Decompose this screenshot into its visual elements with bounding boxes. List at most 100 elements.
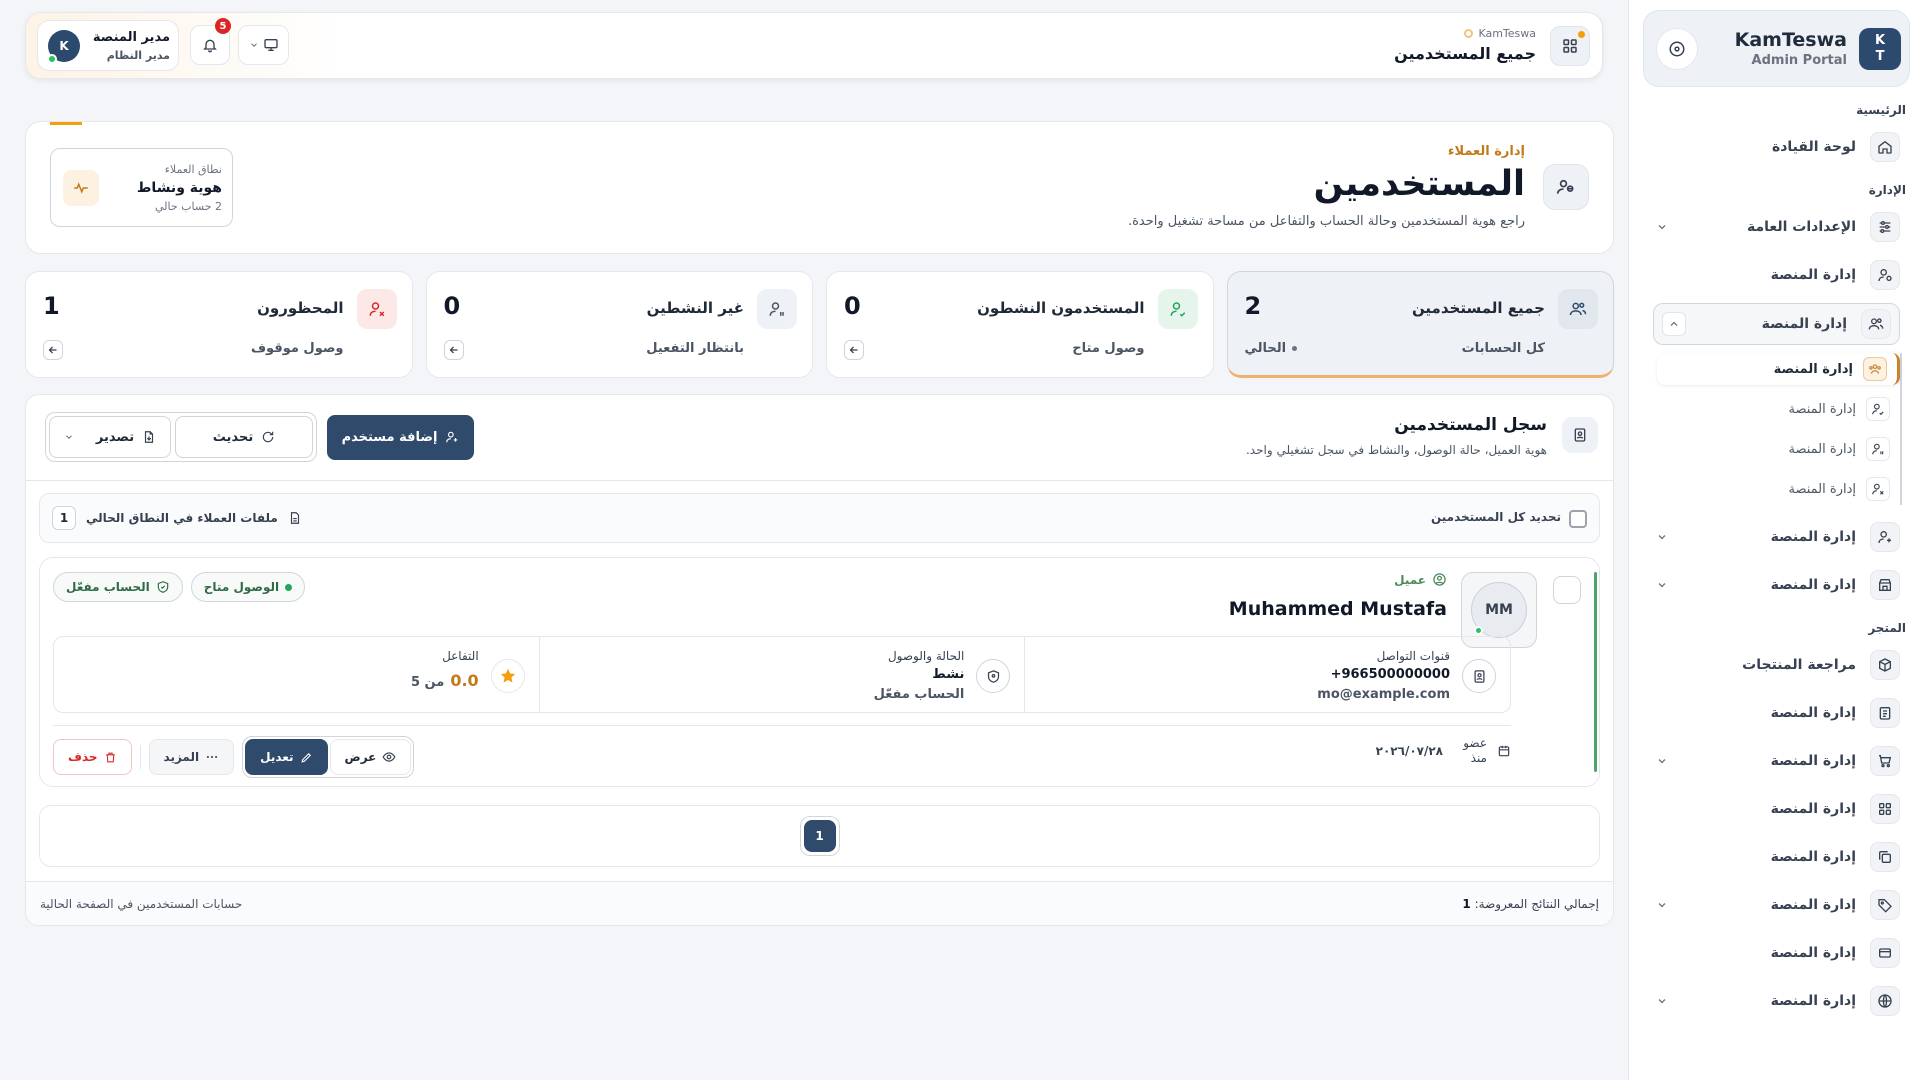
user-role: عميل [1394, 572, 1426, 587]
delete-button[interactable]: حذف [53, 739, 132, 775]
contact-cell: قنوات التواصل +966500000000 mo@example.c… [1024, 637, 1510, 712]
results-total-value: 1 [1462, 897, 1471, 911]
sidebar-item-dashboard[interactable]: لوحة القيادة [1643, 127, 1910, 167]
export-button[interactable]: تصدير [49, 416, 171, 458]
brand-subtitle: Admin Portal [1751, 53, 1847, 68]
actions-divider [139, 745, 141, 769]
select-all-checkbox[interactable] [1569, 510, 1587, 528]
stat-card-banned-users[interactable]: المحظورون 1 وصول موقوف [25, 271, 413, 378]
results-total-label: إجمالي النتائج المعروضة: [1474, 897, 1599, 911]
sidebar-item-store-2[interactable]: إدارة المنصة [1643, 741, 1910, 781]
view-button[interactable]: عرض [329, 739, 412, 775]
chevron-up-icon[interactable] [1662, 312, 1686, 336]
sidebar-item-store-5[interactable]: إدارة المنصة [1643, 885, 1910, 925]
sidebar-item-store-3[interactable]: إدارة المنصة [1643, 789, 1910, 829]
sidebar-item-products-review[interactable]: مراجعة المنتجات [1643, 645, 1910, 685]
user-name: مدير المنصة [92, 29, 170, 45]
user-plus-icon [1870, 522, 1900, 552]
contact-card-icon [1462, 659, 1496, 693]
refresh-label: تحديث [212, 429, 254, 445]
brand-card: KT KamTeswa Admin Portal [1643, 10, 1910, 87]
user-pause-icon [757, 289, 797, 329]
page-button-current[interactable]: 1 [799, 816, 840, 856]
arrow-left-icon[interactable] [443, 340, 464, 360]
stat-subtitle: بانتظار التفعيل [646, 341, 744, 356]
display-mode-dropdown[interactable] [238, 25, 289, 65]
chevron-down-icon[interactable] [1653, 528, 1671, 546]
nav-section-admin: الإدارة [1868, 183, 1906, 197]
sidebar-item-store-6[interactable]: إدارة المنصة [1643, 933, 1910, 973]
sidebar-item-label: إدارة المنصة [1770, 897, 1856, 913]
scope-label: نطاق العملاء [164, 162, 222, 176]
add-user-button[interactable]: إضافة مستخدم [327, 414, 474, 460]
sidebar-item-store-4[interactable]: إدارة المنصة [1643, 837, 1910, 877]
phone-number[interactable]: +966500000000 [1331, 667, 1450, 682]
engagement-label: التفاعل [442, 649, 479, 663]
contact-label: قنوات التواصل [1376, 649, 1450, 663]
sidebar-item-label: إدارة المنصة [1770, 577, 1856, 593]
sidebar-item-store-7[interactable]: إدارة المنصة [1643, 981, 1910, 1021]
sidebar-subitem-banned-users[interactable]: إدارة المنصة [1643, 473, 1900, 505]
sidebar-item-general-settings[interactable]: الإعدادات العامة [1643, 207, 1910, 247]
add-user-label: إضافة مستخدم [341, 429, 438, 445]
files-in-scope: 1 ملفات العملاء في النطاق الحالي [52, 506, 302, 530]
sidebar-item-platform-admin-3[interactable]: إدارة المنصة [1643, 565, 1910, 605]
sidebar-item-label: إدارة المنصة [1770, 993, 1856, 1009]
grid-icon [1870, 794, 1900, 824]
arrow-left-icon[interactable] [844, 340, 864, 360]
stat-value: 0 [443, 292, 461, 320]
edit-label: تعديل [260, 750, 294, 764]
calendar-icon [1498, 745, 1510, 757]
sidebar-item-store-1[interactable]: إدارة المنصة [1643, 693, 1910, 733]
stat-current-label: الحالي [1244, 341, 1287, 356]
sidebar-item-platform-admin-2[interactable]: إدارة المنصة [1643, 517, 1910, 557]
user-select-checkbox[interactable] [1553, 576, 1581, 604]
edit-button[interactable]: تعديل [245, 739, 328, 775]
sidebar-subitem-active-users[interactable]: إدارة المنصة [1643, 393, 1900, 425]
sidebar-subitem-label: إدارة المنصة [1788, 481, 1857, 497]
footer-note: حسابات المستخدمين في الصفحة الحالية [40, 897, 243, 911]
user-name[interactable]: Muhammed Mustafa [1229, 598, 1447, 620]
user-gear-icon [1870, 260, 1900, 290]
stats-row: جميع المستخدمين 2 كل الحسابات الحالي الم… [25, 271, 1614, 378]
chevron-down-icon[interactable] [1653, 896, 1671, 914]
brand-logo: KT [1859, 27, 1901, 70]
sidebar-subitem-all-users[interactable]: إدارة المنصة [1657, 353, 1900, 385]
chevron-down-icon[interactable] [1653, 992, 1671, 1010]
sidebar-item-label: إدارة المنصة [1770, 705, 1856, 721]
chevron-down-icon [250, 43, 257, 47]
sidebar-toggle-button[interactable] [1656, 27, 1698, 70]
clipboard-icon [1870, 698, 1900, 728]
avatar: MM [1471, 582, 1527, 638]
sidebar-item-label: مراجعة المنتجات [1742, 657, 1856, 673]
sidebar-item-label: إدارة المنصة [1761, 316, 1847, 332]
refresh-button[interactable]: تحديث [175, 416, 313, 458]
chevron-down-icon[interactable] [1653, 576, 1671, 594]
arrow-left-icon[interactable] [43, 340, 63, 360]
breadcrumb-root[interactable]: KamTeswa [1478, 27, 1536, 40]
email-address[interactable]: mo@example.com [1317, 687, 1450, 702]
stat-card-inactive-users[interactable]: غير النشطين 0 بانتظار التفعيل [425, 271, 813, 378]
chevron-down-icon[interactable] [1653, 752, 1671, 770]
sidebar-subitem-label: إدارة المنصة [1773, 361, 1853, 377]
users-registry-panel: سجل المستخدمين هوية العميل، حالة الوصول،… [25, 394, 1614, 926]
more-button[interactable]: المزيد [148, 739, 235, 775]
scope-card: نطاق العملاء هوية ونشاط 2 حساب حالي [50, 148, 233, 227]
trash-icon [105, 752, 115, 762]
user-menu[interactable]: مدير المنصة مدير النظام K [37, 20, 179, 71]
chevron-down-icon[interactable] [1653, 218, 1671, 236]
apps-button[interactable] [1550, 26, 1590, 66]
pencil-icon [300, 752, 311, 763]
sidebar-group-platform-admin[interactable]: إدارة المنصة [1653, 303, 1900, 345]
stat-card-active-users[interactable]: المستخدمون النشطون 0 وصول متاح [826, 271, 1214, 378]
files-in-scope-label: ملفات العملاء في النطاق الحالي [86, 511, 278, 525]
scope-count: 2 حساب حالي [155, 199, 222, 213]
sidebar-subitem-label: إدارة المنصة [1788, 401, 1857, 417]
stat-card-all-users[interactable]: جميع المستخدمين 2 كل الحسابات الحالي [1226, 271, 1614, 378]
sidebar-subitem-inactive-users[interactable]: إدارة المنصة [1643, 433, 1900, 465]
topbar: KamTeswa جميع المستخدمين 5 مدير المنصة م… [25, 12, 1603, 79]
notifications-button[interactable]: 5 [190, 18, 231, 65]
sidebar-item-platform-admin[interactable]: إدارة المنصة [1643, 255, 1910, 295]
select-all-label[interactable]: تحديد كل المستخدمين [1431, 510, 1561, 524]
sidebar-item-label: إدارة المنصة [1770, 267, 1856, 283]
